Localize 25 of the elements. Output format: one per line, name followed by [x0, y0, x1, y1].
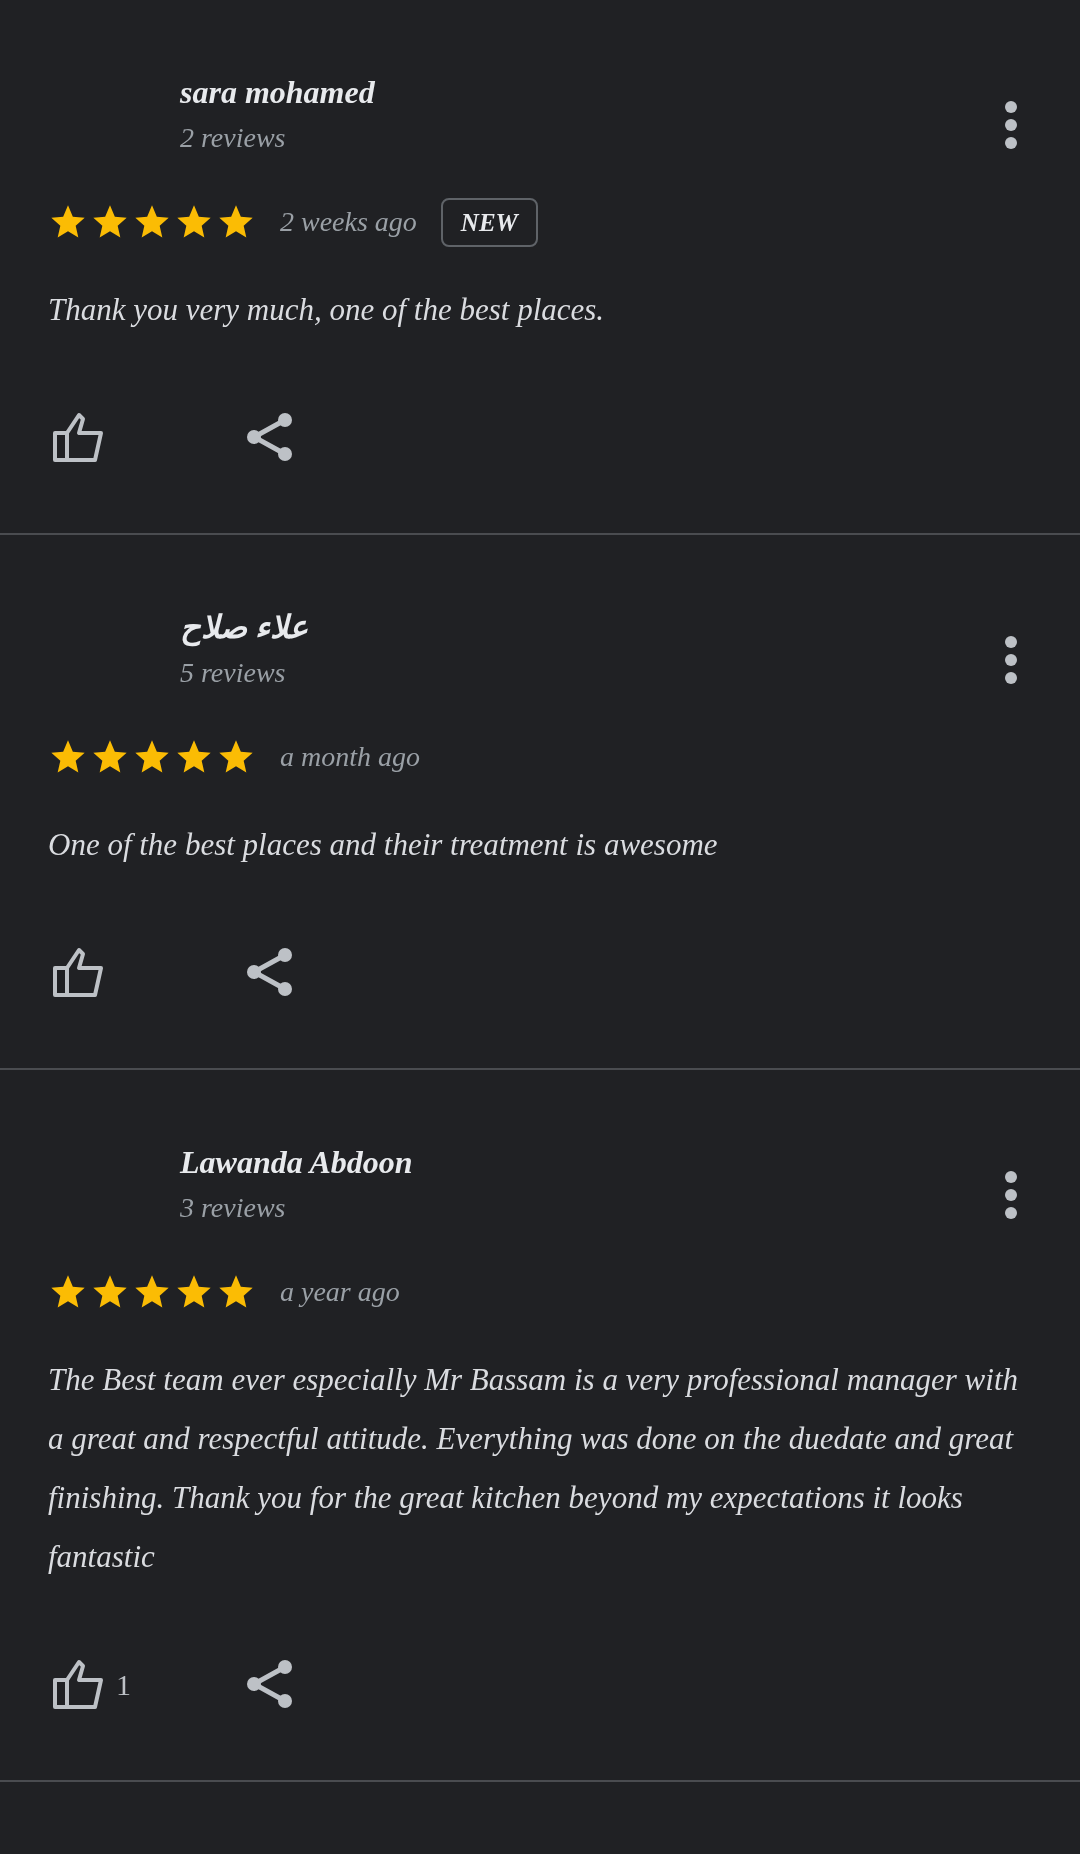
thumbs-up-icon: [52, 1658, 106, 1710]
review-time: 2 weeks ago: [280, 205, 417, 239]
share-button[interactable]: [245, 946, 293, 998]
like-button[interactable]: 1: [52, 1658, 131, 1710]
review-text: Thank you very much, one of the best places.: [47, 291, 606, 329]
author-name[interactable]: sara mohamed: [180, 70, 375, 114]
new-badge: NEW: [440, 197, 538, 247]
share-button[interactable]: [245, 411, 293, 463]
review-text: One of the best places and their treatment is awesome: [47, 826, 719, 864]
share-icon: [245, 1658, 293, 1710]
thumbs-up-icon: [52, 411, 106, 463]
review-time: a month ago: [280, 740, 420, 774]
review-count: 2 reviews: [180, 121, 287, 155]
thumbs-up-icon: [52, 946, 106, 998]
share-icon: [245, 411, 293, 463]
author-name[interactable]: علاء صلاح: [180, 605, 308, 649]
author-name[interactable]: Lawanda Abdoon: [180, 1140, 413, 1184]
share-icon: [245, 946, 293, 998]
share-button[interactable]: [245, 1658, 293, 1710]
review-time: a year ago: [280, 1275, 400, 1309]
like-button[interactable]: [52, 946, 106, 998]
review-count: 5 reviews: [180, 656, 287, 690]
review-text: The Best team ever especially Mr Bassam is a very professional manager with a great and respectful attitude. Everything was done on the duedate and great finishing. Thank you for the great kitchen beyond my expectations it looks fantastic: [47, 1361, 1020, 1576]
review-count: 3 reviews: [180, 1191, 287, 1225]
like-button[interactable]: [52, 411, 106, 463]
